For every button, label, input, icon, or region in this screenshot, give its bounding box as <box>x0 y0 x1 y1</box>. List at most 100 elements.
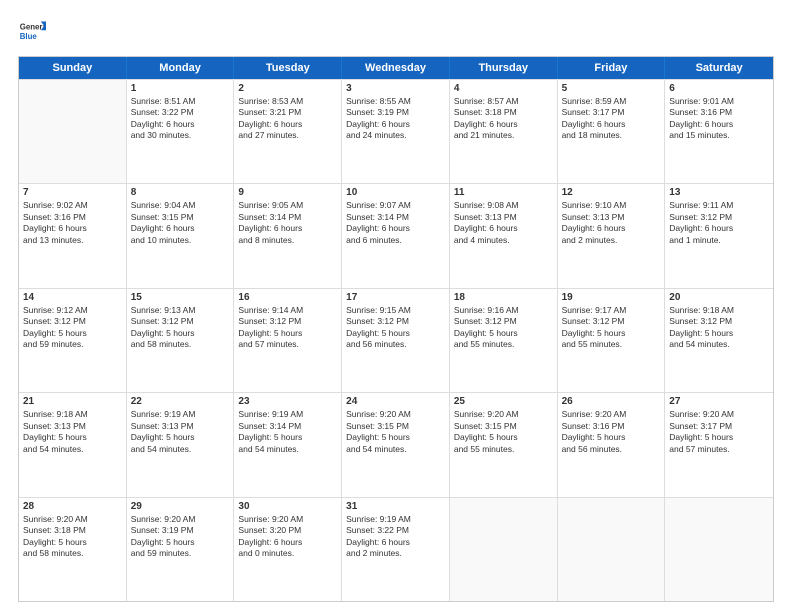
daylight-text-2: and 10 minutes. <box>131 235 230 246</box>
daylight-text-1: Daylight: 6 hours <box>238 223 337 234</box>
sunrise-text: Sunrise: 8:51 AM <box>131 96 230 107</box>
sunset-text: Sunset: 3:14 PM <box>238 421 337 432</box>
sunrise-text: Sunrise: 9:12 AM <box>23 305 122 316</box>
sunset-text: Sunset: 3:12 PM <box>346 316 445 327</box>
daylight-text-2: and 55 minutes. <box>454 444 553 455</box>
day-number: 17 <box>346 292 445 303</box>
sunrise-text: Sunrise: 9:10 AM <box>562 200 661 211</box>
daylight-text-1: Daylight: 6 hours <box>238 537 337 548</box>
cal-cell: 31Sunrise: 9:19 AMSunset: 3:22 PMDayligh… <box>342 498 450 601</box>
cal-cell: 28Sunrise: 9:20 AMSunset: 3:18 PMDayligh… <box>19 498 127 601</box>
sunrise-text: Sunrise: 9:15 AM <box>346 305 445 316</box>
day-number: 15 <box>131 292 230 303</box>
sunrise-text: Sunrise: 9:14 AM <box>238 305 337 316</box>
cal-cell: 3Sunrise: 8:55 AMSunset: 3:19 PMDaylight… <box>342 80 450 183</box>
cal-cell: 4Sunrise: 8:57 AMSunset: 3:18 PMDaylight… <box>450 80 558 183</box>
cal-cell: 1Sunrise: 8:51 AMSunset: 3:22 PMDaylight… <box>127 80 235 183</box>
logo-icon: General Blue <box>18 18 46 46</box>
cal-cell <box>665 498 773 601</box>
sunrise-text: Sunrise: 9:20 AM <box>131 514 230 525</box>
cal-cell: 24Sunrise: 9:20 AMSunset: 3:15 PMDayligh… <box>342 393 450 496</box>
daylight-text-1: Daylight: 6 hours <box>454 119 553 130</box>
daylight-text-1: Daylight: 5 hours <box>238 432 337 443</box>
page: General Blue SundayMondayTuesdayWednesda… <box>0 0 792 612</box>
week-row-1: 1Sunrise: 8:51 AMSunset: 3:22 PMDaylight… <box>19 79 773 183</box>
daylight-text-1: Daylight: 5 hours <box>131 537 230 548</box>
calendar-body: 1Sunrise: 8:51 AMSunset: 3:22 PMDaylight… <box>19 79 773 601</box>
header: General Blue <box>18 18 774 46</box>
sunrise-text: Sunrise: 9:08 AM <box>454 200 553 211</box>
sunset-text: Sunset: 3:15 PM <box>346 421 445 432</box>
daylight-text-2: and 54 minutes. <box>131 444 230 455</box>
day-number: 27 <box>669 396 769 407</box>
daylight-text-1: Daylight: 5 hours <box>346 432 445 443</box>
header-day-friday: Friday <box>558 57 666 79</box>
sunset-text: Sunset: 3:17 PM <box>562 107 661 118</box>
sunrise-text: Sunrise: 9:18 AM <box>23 409 122 420</box>
daylight-text-2: and 8 minutes. <box>238 235 337 246</box>
sunset-text: Sunset: 3:17 PM <box>669 421 769 432</box>
sunrise-text: Sunrise: 9:05 AM <box>238 200 337 211</box>
sunrise-text: Sunrise: 9:11 AM <box>669 200 769 211</box>
sunset-text: Sunset: 3:16 PM <box>562 421 661 432</box>
svg-text:Blue: Blue <box>20 32 38 41</box>
sunset-text: Sunset: 3:12 PM <box>238 316 337 327</box>
sunset-text: Sunset: 3:13 PM <box>131 421 230 432</box>
logo: General Blue <box>18 18 50 46</box>
day-number: 26 <box>562 396 661 407</box>
sunset-text: Sunset: 3:22 PM <box>131 107 230 118</box>
daylight-text-1: Daylight: 5 hours <box>23 432 122 443</box>
daylight-text-2: and 2 minutes. <box>562 235 661 246</box>
daylight-text-1: Daylight: 6 hours <box>238 119 337 130</box>
daylight-text-1: Daylight: 6 hours <box>23 223 122 234</box>
cal-cell: 19Sunrise: 9:17 AMSunset: 3:12 PMDayligh… <box>558 289 666 392</box>
cal-cell: 25Sunrise: 9:20 AMSunset: 3:15 PMDayligh… <box>450 393 558 496</box>
cal-cell <box>558 498 666 601</box>
daylight-text-1: Daylight: 5 hours <box>669 328 769 339</box>
daylight-text-2: and 59 minutes. <box>131 548 230 559</box>
daylight-text-2: and 58 minutes. <box>23 548 122 559</box>
cal-cell: 5Sunrise: 8:59 AMSunset: 3:17 PMDaylight… <box>558 80 666 183</box>
daylight-text-2: and 13 minutes. <box>23 235 122 246</box>
day-number: 9 <box>238 187 337 198</box>
sunrise-text: Sunrise: 9:07 AM <box>346 200 445 211</box>
day-number: 4 <box>454 83 553 94</box>
daylight-text-2: and 27 minutes. <box>238 130 337 141</box>
sunrise-text: Sunrise: 9:13 AM <box>131 305 230 316</box>
daylight-text-2: and 30 minutes. <box>131 130 230 141</box>
day-number: 10 <box>346 187 445 198</box>
cal-cell: 7 Sunrise: 9:02 AMSunset: 3:16 PMDaylight… <box>19 184 127 287</box>
day-number: 23 <box>238 396 337 407</box>
day-number: 19 <box>562 292 661 303</box>
daylight-text-1: Daylight: 6 hours <box>562 223 661 234</box>
sunset-text: Sunset: 3:13 PM <box>454 212 553 223</box>
sunset-text: Sunset: 3:19 PM <box>131 525 230 536</box>
day-number: 7 <box>23 187 122 198</box>
cal-cell: 12Sunrise: 9:10 AMSunset: 3:13 PMDayligh… <box>558 184 666 287</box>
sunset-text: Sunset: 3:12 PM <box>562 316 661 327</box>
sunrise-text: Sunrise: 9:19 AM <box>131 409 230 420</box>
sunset-text: Sunset: 3:16 PM <box>23 212 122 223</box>
cal-cell: 21Sunrise: 9:18 AMSunset: 3:13 PMDayligh… <box>19 393 127 496</box>
sunrise-text: Sunrise: 9:01 AM <box>669 96 769 107</box>
calendar-header: SundayMondayTuesdayWednesdayThursdayFrid… <box>19 57 773 79</box>
sunrise-text: Sunrise: 9:16 AM <box>454 305 553 316</box>
day-number: 13 <box>669 187 769 198</box>
sunset-text: Sunset: 3:15 PM <box>454 421 553 432</box>
sunset-text: Sunset: 3:16 PM <box>669 107 769 118</box>
day-number: 6 <box>669 83 769 94</box>
sunrise-text: Sunrise: 9:04 AM <box>131 200 230 211</box>
daylight-text-1: Daylight: 5 hours <box>562 328 661 339</box>
day-number: 2 <box>238 83 337 94</box>
daylight-text-2: and 54 minutes. <box>669 339 769 350</box>
day-number: 5 <box>562 83 661 94</box>
cal-cell <box>450 498 558 601</box>
sunrise-text: Sunrise: 9:20 AM <box>238 514 337 525</box>
sunrise-text: Sunrise: 9:20 AM <box>346 409 445 420</box>
sunrise-text: Sunrise: 9:19 AM <box>238 409 337 420</box>
daylight-text-2: and 1 minute. <box>669 235 769 246</box>
day-number: 14 <box>23 292 122 303</box>
sunrise-text: Sunrise: 9:02 AM <box>23 200 122 211</box>
daylight-text-2: and 6 minutes. <box>346 235 445 246</box>
sunrise-text: Sunrise: 9:20 AM <box>669 409 769 420</box>
